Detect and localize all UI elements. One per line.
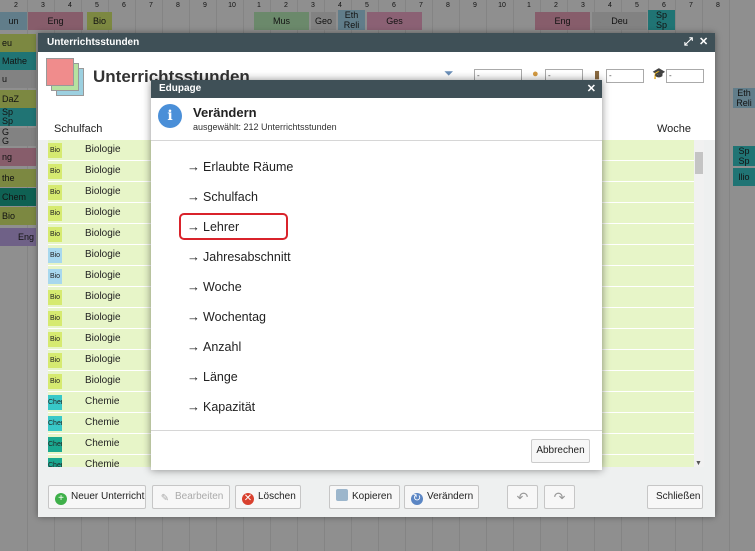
- option-label: Schulfach: [203, 190, 258, 204]
- option-label: Erlaubte Räume: [203, 160, 294, 174]
- dialog-titlebar: Edupage ✕: [151, 80, 602, 98]
- option-label: Kapazität: [203, 400, 256, 414]
- option-schulfach[interactable]: → Schulfach: [187, 187, 258, 207]
- divider: [151, 140, 602, 141]
- option-länge[interactable]: → Länge: [187, 367, 238, 387]
- subject-chip: Chem: [48, 437, 62, 452]
- class-cap-icon: 🎓: [652, 68, 666, 80]
- cancel-button[interactable]: Abbrechen: [531, 439, 590, 463]
- subject-name: Biologie: [85, 186, 121, 197]
- info-icon: i: [158, 104, 182, 128]
- option-label: Wochentag: [203, 310, 267, 324]
- copy-button[interactable]: Kopieren: [329, 485, 400, 509]
- divider: [151, 430, 602, 431]
- arrow-right-icon: →: [187, 249, 200, 264]
- subject-name: Biologie: [85, 270, 121, 281]
- subject-name: Biologie: [85, 165, 121, 176]
- change-button[interactable]: ↻ Verändern: [404, 485, 479, 509]
- highlight-box: [179, 213, 288, 240]
- option-label: Jahresabschnitt: [203, 250, 291, 264]
- maximize-icon[interactable]: ⤢: [684, 33, 693, 52]
- subject-chip: Bio: [48, 143, 62, 158]
- option-kapazität[interactable]: → Kapazität: [187, 397, 255, 417]
- filter-icon[interactable]: ⏷: [444, 66, 454, 81]
- subject-chip: Chem: [48, 395, 62, 410]
- subject-chip: Bio: [48, 164, 62, 179]
- subject-name: Biologie: [85, 354, 121, 365]
- subject-chip: Bio: [48, 374, 62, 389]
- arrow-right-icon: →: [187, 309, 200, 324]
- subject-name: Biologie: [85, 144, 121, 155]
- scrollbar-thumb[interactable]: [695, 152, 703, 174]
- arrow-right-icon: →: [187, 159, 200, 174]
- subject-chip: Chem: [48, 458, 62, 467]
- option-label: Länge: [203, 370, 238, 384]
- subject-chip: Bio: [48, 311, 62, 326]
- col-woche[interactable]: Woche: [657, 123, 691, 135]
- col-schulfach[interactable]: Schulfach: [54, 123, 102, 135]
- subject-name: Chemie: [85, 417, 120, 428]
- subject-chip: Bio: [48, 353, 62, 368]
- subject-name: Biologie: [85, 207, 121, 218]
- window-footer: + Neuer Unterricht ✎ Bearbeiten ✕ Löschen K…: [38, 479, 715, 517]
- subject-name: Biologie: [85, 333, 121, 344]
- edit-button[interactable]: ✎ Bearbeiten: [152, 485, 230, 509]
- subject-chip: Bio: [48, 206, 62, 221]
- arrow-right-icon: →: [187, 279, 200, 294]
- option-anzahl[interactable]: → Anzahl: [187, 337, 241, 357]
- new-lesson-button[interactable]: + Neuer Unterricht: [48, 485, 146, 509]
- close-icon[interactable]: ✕: [587, 80, 596, 98]
- option-label: Anzahl: [203, 340, 242, 354]
- subject-name: Biologie: [85, 249, 121, 260]
- delete-button[interactable]: ✕ Löschen: [235, 485, 301, 509]
- subject-chip: Bio: [48, 332, 62, 347]
- option-wochentag[interactable]: → Wochentag: [187, 307, 266, 327]
- filter-select-3[interactable]: -: [606, 69, 644, 83]
- arrow-right-icon: →: [187, 339, 200, 354]
- subject-chip: Bio: [48, 248, 62, 263]
- change-icon: ↻: [411, 493, 423, 505]
- plus-icon: +: [55, 493, 67, 505]
- change-dialog: Edupage ✕ i Verändern ausgewählt: 212 Un…: [151, 80, 602, 470]
- filter-select-4[interactable]: -: [666, 69, 704, 83]
- subject-chip: Bio: [48, 269, 62, 284]
- subject-chip: Chem: [48, 416, 62, 431]
- table-scrollbar[interactable]: ▼: [694, 140, 704, 467]
- subject-chip: Bio: [48, 290, 62, 305]
- option-erlaubte-räume[interactable]: → Erlaubte Räume: [187, 157, 293, 177]
- window-titlebar: Unterrichtsstunden ⤢ ✕: [38, 33, 715, 52]
- dialog-heading: Verändern: [193, 105, 257, 120]
- redo-icon: ↷: [553, 489, 566, 505]
- close-icon[interactable]: ✕: [699, 33, 708, 52]
- delete-icon: ✕: [242, 493, 254, 505]
- subject-name: Biologie: [85, 375, 121, 386]
- undo-icon: ↶: [516, 489, 529, 505]
- dialog-subtitle: ausgewählt: 212 Unterrichtsstunden: [193, 122, 337, 132]
- arrow-right-icon: →: [187, 369, 200, 384]
- option-label: Woche: [203, 280, 242, 294]
- subject-name: Biologie: [85, 312, 121, 323]
- option-jahresabschnitt[interactable]: → Jahresabschnitt: [187, 247, 291, 267]
- option-woche[interactable]: → Woche: [187, 277, 242, 297]
- subject-name: Chemie: [85, 459, 120, 467]
- arrow-right-icon: →: [187, 189, 200, 204]
- lessons-stack-icon: [46, 58, 86, 98]
- copy-icon: [336, 489, 348, 501]
- close-window-button[interactable]: Schließen: [647, 485, 703, 509]
- subject-name: Chemie: [85, 438, 120, 449]
- redo-button[interactable]: ↷: [544, 485, 575, 509]
- subject-chip: Bio: [48, 227, 62, 242]
- subject-chip: Bio: [48, 185, 62, 200]
- subject-name: Biologie: [85, 291, 121, 302]
- scroll-down-icon[interactable]: ▼: [695, 460, 702, 467]
- arrow-right-icon: →: [187, 399, 200, 414]
- subject-name: Chemie: [85, 396, 120, 407]
- window-title: Unterrichtsstunden: [47, 37, 140, 48]
- undo-button[interactable]: ↶: [507, 485, 538, 509]
- pencil-icon: ✎: [160, 493, 170, 504]
- dialog-title: Edupage: [159, 83, 202, 94]
- teacher-icon: ●: [532, 68, 539, 80]
- subject-name: Biologie: [85, 228, 121, 239]
